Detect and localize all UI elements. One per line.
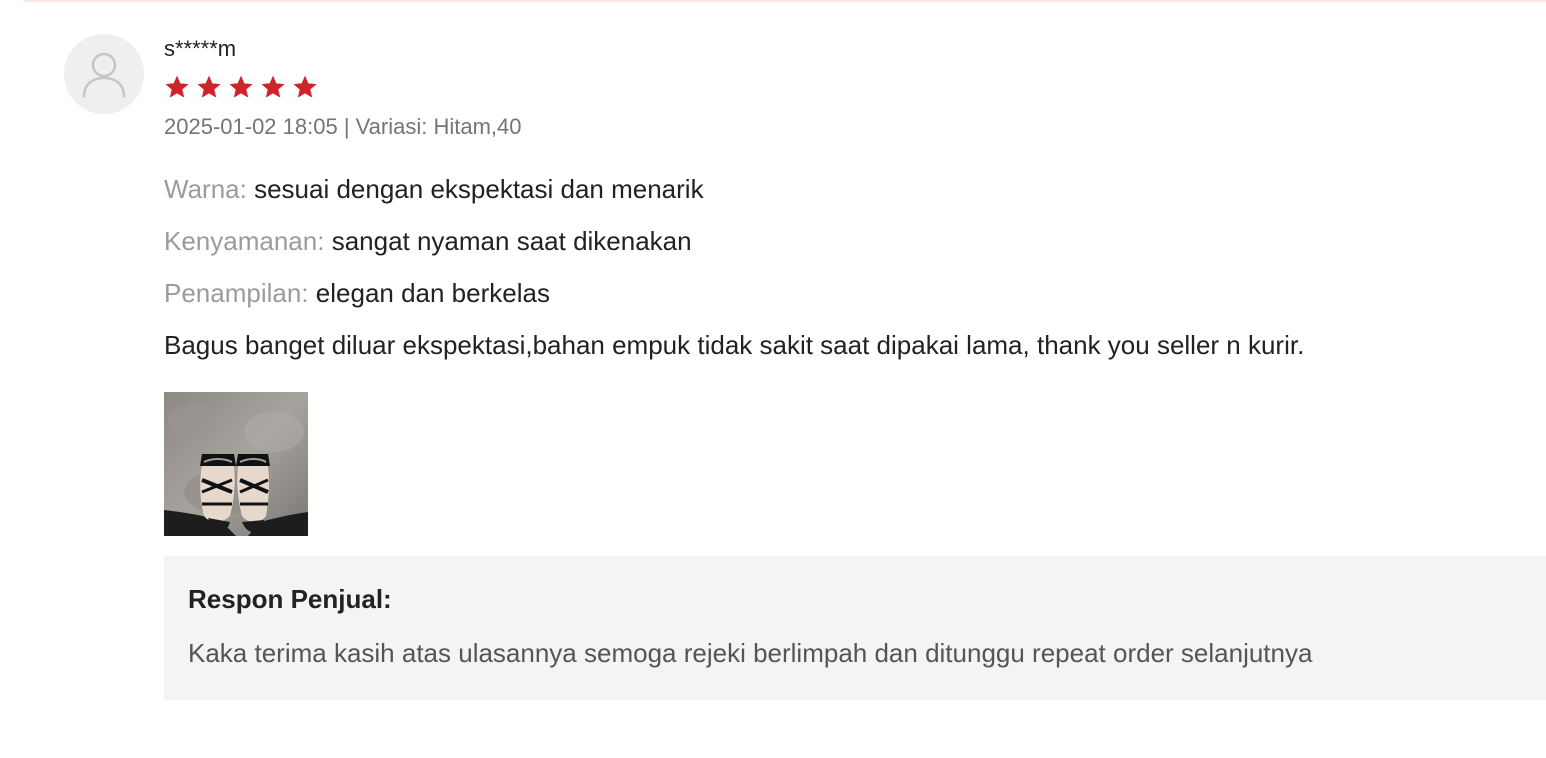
attribute-value: sesuai dengan ekspektasi dan menarik xyxy=(254,174,704,204)
seller-response-text: Kaka terima kasih atas ulasannya semoga … xyxy=(188,638,1313,668)
review-photo-thumbnail[interactable] xyxy=(164,392,308,544)
attribute-row-comfort: Kenyamanan: sangat nyaman saat dikenakan xyxy=(164,224,1546,258)
attribute-row-appearance: Penampilan: elegan dan berkelas xyxy=(164,276,1546,310)
section-divider xyxy=(24,0,1546,2)
review-attributes: Warna: sesuai dengan ekspektasi dan mena… xyxy=(164,172,1546,310)
attribute-value: sangat nyaman saat dikenakan xyxy=(331,226,692,256)
review-comment: Bagus banget diluar ekspektasi,bahan emp… xyxy=(164,330,1305,360)
star-icon xyxy=(165,75,189,98)
star-icon xyxy=(261,75,285,98)
review-photo xyxy=(164,392,308,536)
user-icon xyxy=(82,52,126,98)
reviewer-name: s*****m xyxy=(164,36,237,61)
attribute-label: Warna: xyxy=(164,174,247,204)
attribute-label: Penampilan: xyxy=(164,278,309,308)
attribute-value: elegan dan berkelas xyxy=(315,278,550,308)
avatar[interactable] xyxy=(64,34,144,114)
photo-pointer xyxy=(228,536,244,544)
rating-stars xyxy=(164,74,1546,100)
review-date-variation: 2025-01-02 18:05 | Variasi: Hitam,40 xyxy=(164,114,522,139)
star-icon xyxy=(229,75,253,98)
seller-response: Respon Penjual: Kaka terima kasih atas u… xyxy=(164,556,1546,700)
star-icon xyxy=(293,75,317,98)
star-icon xyxy=(197,75,221,98)
attribute-row-color: Warna: sesuai dengan ekspektasi dan mena… xyxy=(164,172,1546,206)
seller-response-title: Respon Penjual: xyxy=(188,584,392,614)
review-content: s*****m 2025-01-02 18:05 | Variasi: Hita… xyxy=(164,34,1546,700)
attribute-label: Kenyamanan: xyxy=(164,226,325,256)
